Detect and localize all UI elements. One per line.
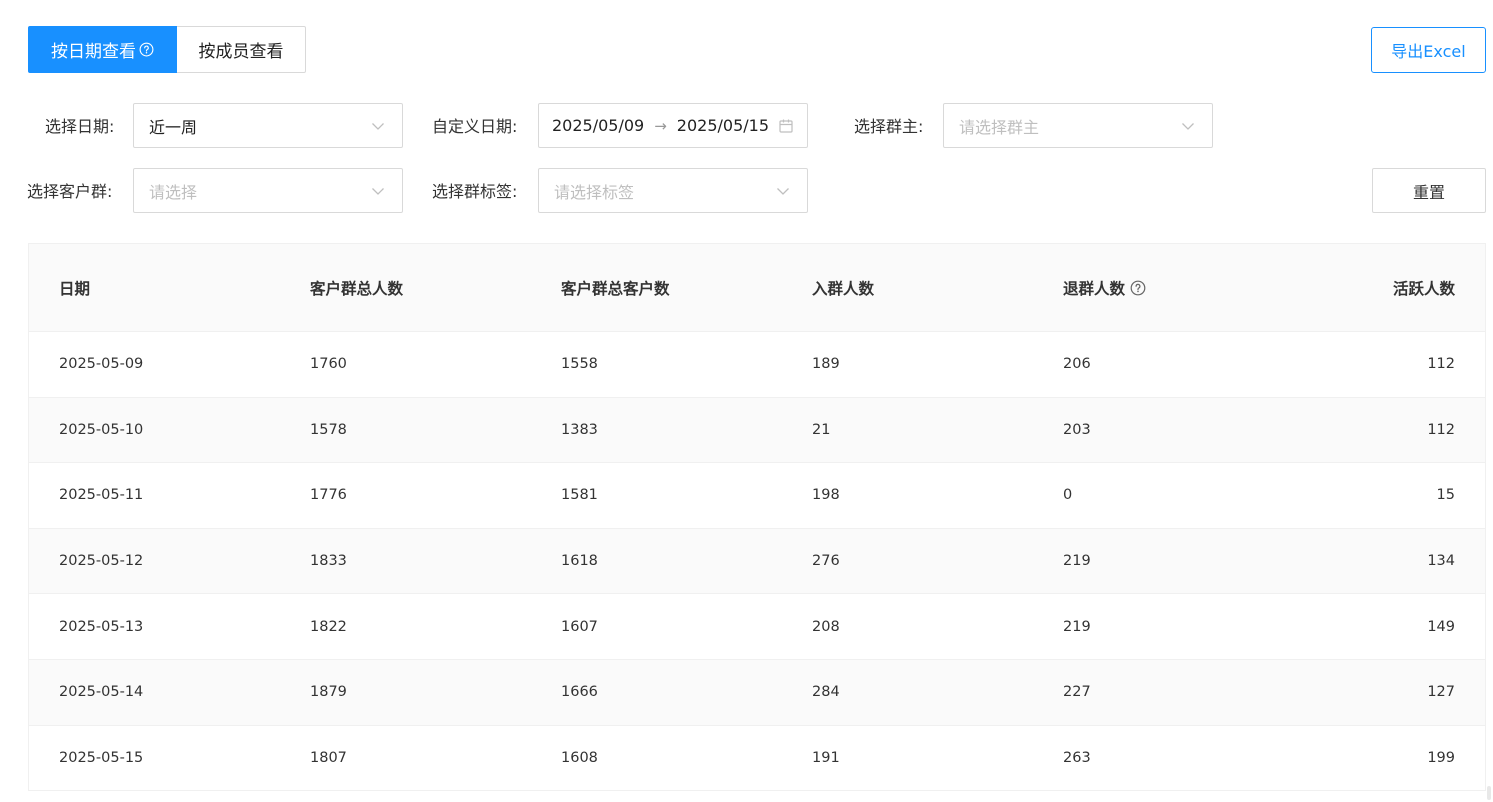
cell-left: 0 <box>1063 487 1073 504</box>
cell-total-customers: 1581 <box>561 487 598 504</box>
table-row: 2025-05-13 1822 1607 208 219 149 <box>29 594 1485 660</box>
cell-active: 199 <box>1427 749 1455 766</box>
cell-total-members: 1760 <box>310 356 347 373</box>
owner-select-label: 选择群主: <box>854 117 924 136</box>
chevron-down-icon <box>777 188 789 195</box>
cell-total-customers: 1607 <box>561 618 598 635</box>
header-joined[interactable]: 入群人数 <box>812 277 874 299</box>
chevron-down-icon <box>1182 123 1194 130</box>
cell-date: 2025-05-10 <box>59 421 144 438</box>
cell-joined: 198 <box>812 487 840 504</box>
table-row: 2025-05-09 1760 1558 189 206 112 <box>29 332 1485 398</box>
tab-by-member[interactable]: 按成员查看 <box>177 26 306 73</box>
cell-date: 2025-05-15 <box>59 749 144 766</box>
cell-total-customers: 1666 <box>561 684 598 701</box>
header-left-label[interactable]: 退群人数 <box>1063 277 1125 299</box>
table-row: 2025-05-14 1879 1666 284 227 127 <box>29 659 1485 726</box>
cell-active: 112 <box>1427 421 1455 438</box>
cell-left: 263 <box>1063 749 1091 766</box>
cell-total-customers: 1618 <box>561 553 598 570</box>
cell-date: 2025-05-09 <box>59 356 144 373</box>
reset-label: 重置 <box>1412 182 1445 202</box>
header-date[interactable]: 日期 <box>59 277 90 299</box>
header-total-members[interactable]: 客户群总人数 <box>310 277 403 299</box>
header-left-group: 退群人数 <box>1063 277 1146 299</box>
range-end-input[interactable]: 2025/05/15 <box>677 116 769 135</box>
group-select-placeholder: 请选择 <box>149 182 198 202</box>
cell-left: 227 <box>1063 684 1091 701</box>
cell-joined: 191 <box>812 749 840 766</box>
chevron-down-icon <box>372 123 384 130</box>
group-select-label: 选择客户群: <box>27 182 113 201</box>
export-excel-label: 导出Excel <box>1391 42 1466 61</box>
tab-by-member-label: 按成员查看 <box>198 42 284 62</box>
date-range-picker[interactable]: 2025/05/09 → 2025/05/15 <box>538 103 808 148</box>
cell-total-members: 1578 <box>310 421 347 438</box>
tab-by-date-label: 按日期查看 <box>51 42 136 62</box>
chevron-down-icon <box>372 188 384 195</box>
cell-active: 15 <box>1436 487 1455 504</box>
table-row: 2025-05-12 1833 1618 276 219 134 <box>29 528 1485 595</box>
cell-total-customers: 1608 <box>561 749 598 766</box>
cell-active: 134 <box>1427 553 1455 570</box>
cell-date: 2025-05-13 <box>59 618 144 635</box>
date-select[interactable]: 近一周 <box>133 103 403 148</box>
cell-active: 149 <box>1427 618 1455 635</box>
cell-date: 2025-05-14 <box>59 684 144 701</box>
stats-table: 日期 客户群总人数 客户群总客户数 入群人数 退群人数 活跃人数 2025-05… <box>28 243 1486 791</box>
cell-total-members: 1879 <box>310 684 347 701</box>
table-row: 2025-05-11 1776 1581 198 0 15 <box>29 463 1485 529</box>
table-row: 2025-05-10 1578 1383 21 203 112 <box>29 397 1485 464</box>
range-start-input[interactable]: 2025/05/09 <box>552 116 644 135</box>
cell-left: 219 <box>1063 553 1091 570</box>
cell-joined: 21 <box>812 421 831 438</box>
cell-joined: 208 <box>812 618 840 635</box>
header-total-customers[interactable]: 客户群总客户数 <box>561 277 670 299</box>
cell-left: 206 <box>1063 356 1091 373</box>
cell-left: 219 <box>1063 618 1091 635</box>
cell-total-members: 1822 <box>310 618 347 635</box>
tag-select[interactable]: 请选择标签 <box>538 168 808 213</box>
group-select[interactable]: 请选择 <box>133 168 403 213</box>
cell-total-customers: 1383 <box>561 421 598 438</box>
tab-by-date[interactable]: 按日期查看 <box>28 26 177 73</box>
cell-joined: 284 <box>812 684 840 701</box>
cell-joined: 189 <box>812 356 840 373</box>
table-body: 2025-05-09 1760 1558 189 206 112 2025-05-10 157… <box>29 332 1485 790</box>
cell-active: 112 <box>1427 356 1455 373</box>
export-excel-button[interactable]: 导出Excel <box>1371 27 1486 73</box>
view-mode-tabs: 按日期查看 按成员查看 <box>28 26 306 73</box>
cell-total-customers: 1558 <box>561 356 598 373</box>
custom-date-label: 自定义日期: <box>432 117 518 136</box>
table-header-row: 日期 客户群总人数 客户群总客户数 入群人数 退群人数 活跃人数 <box>29 244 1485 332</box>
scrollbar-thumb[interactable] <box>1487 786 1491 800</box>
cell-total-members: 1776 <box>310 487 347 504</box>
cell-total-members: 1807 <box>310 749 347 766</box>
cell-left: 203 <box>1063 421 1091 438</box>
calendar-icon <box>779 119 793 133</box>
cell-date: 2025-05-12 <box>59 553 144 570</box>
owner-select-placeholder: 请选择群主 <box>959 117 1040 137</box>
tag-select-label: 选择群标签: <box>432 182 518 201</box>
owner-select[interactable]: 请选择群主 <box>943 103 1213 148</box>
cell-date: 2025-05-11 <box>59 487 144 504</box>
date-select-value: 近一周 <box>149 117 198 137</box>
question-circle-icon[interactable] <box>139 42 154 57</box>
header-active[interactable]: 活跃人数 <box>1393 277 1455 299</box>
date-select-label: 选择日期: <box>45 117 115 136</box>
cell-active: 127 <box>1427 684 1455 701</box>
cell-joined: 276 <box>812 553 840 570</box>
table-row: 2025-05-15 1807 1608 191 263 199 <box>29 726 1485 790</box>
reset-button[interactable]: 重置 <box>1372 168 1486 213</box>
question-circle-icon[interactable] <box>1130 280 1146 296</box>
tag-select-placeholder: 请选择标签 <box>554 182 635 202</box>
arrow-right-icon: → <box>654 116 667 135</box>
cell-total-members: 1833 <box>310 553 347 570</box>
